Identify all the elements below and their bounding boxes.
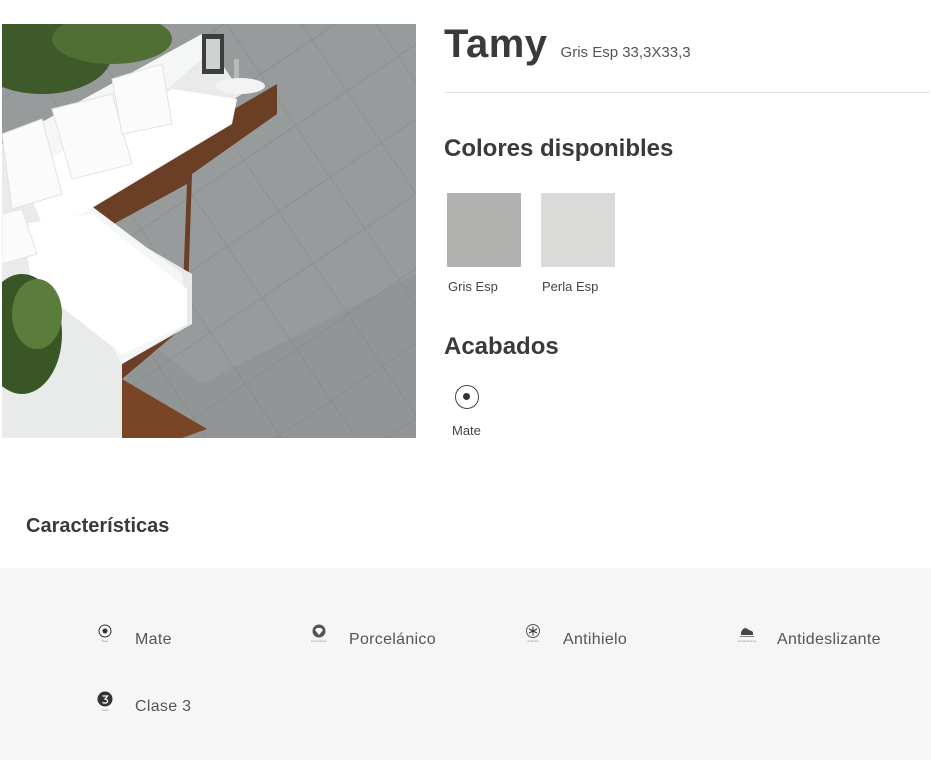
finish-option-mate[interactable]: Mate xyxy=(452,385,492,438)
feature-label: Antideslizante xyxy=(777,631,881,648)
product-name: Tamy xyxy=(444,22,548,66)
swatch-label: Gris Esp xyxy=(448,279,498,294)
feature-porcelain: Porcelánico Porcelánico xyxy=(303,624,436,656)
porcelain-diamond-icon: Porcelánico xyxy=(303,624,335,656)
snowflake-icon: Antihielo xyxy=(517,624,549,656)
feature-mate: Mate Mate xyxy=(89,624,172,656)
product-subtitle: Gris Esp 33,3X33,3 xyxy=(560,44,691,61)
feature-non-slip: Antideslizante Antideslizante xyxy=(731,624,881,656)
color-swatch-gris-esp[interactable]: Gris Esp xyxy=(447,193,521,294)
feature-label: Mate xyxy=(135,631,172,648)
outdoor-terrace-illustration xyxy=(2,24,416,438)
swatch-label: Perla Esp xyxy=(542,279,599,294)
product-photo xyxy=(2,24,416,438)
colors-title: Colores disponibles xyxy=(444,135,674,162)
characteristics-title: Características xyxy=(26,515,170,537)
product-header: Tamy Gris Esp 33,3X33,3 xyxy=(444,22,691,78)
feature-label: Clase 3 xyxy=(135,698,192,715)
finish-label: Mate xyxy=(452,423,481,438)
matte-dot-icon xyxy=(455,385,479,409)
swatch-image xyxy=(541,193,615,267)
characteristics-panel: Mate Mate Porcelánico Porcelánico Antihi… xyxy=(0,568,931,760)
feature-antifrost: Antihielo Antihielo xyxy=(517,624,627,656)
header-divider xyxy=(444,92,930,93)
class-3-badge-icon: Clase xyxy=(89,691,121,723)
non-slip-shoe-icon: Antideslizante xyxy=(731,624,763,656)
feature-label: Antihielo xyxy=(563,631,628,648)
swatch-image xyxy=(447,193,521,267)
feature-label: Porcelánico xyxy=(349,631,436,648)
color-swatch-perla-esp[interactable]: Perla Esp xyxy=(541,193,615,294)
matte-dot-icon: Mate xyxy=(89,624,121,656)
feature-class-3: Clase Clase 3 xyxy=(89,691,191,723)
finishes-title: Acabados xyxy=(444,333,559,360)
